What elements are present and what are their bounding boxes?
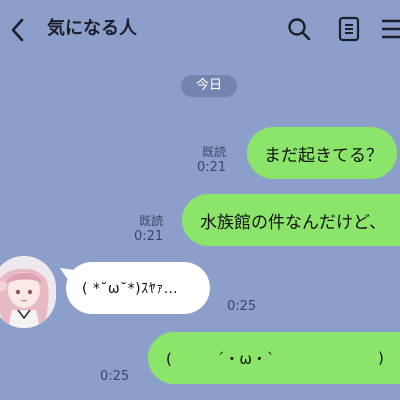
- message-text: ( *˘ω˘*)ｽﾔｧ…: [82, 281, 179, 297]
- chevron-left-icon: [11, 18, 24, 42]
- message-meta: 既読 0:21: [197, 145, 226, 175]
- back-button[interactable]: [6, 16, 30, 44]
- search-icon: [288, 18, 311, 41]
- received-message-bubble[interactable]: ( *˘ω˘*)ｽﾔｧ…: [66, 262, 210, 314]
- message-meta: 0:25: [227, 299, 256, 314]
- read-receipt: 既読: [202, 145, 227, 159]
- message-text: 水族館の件なんだけど、: [200, 212, 387, 233]
- message-time: 0:25: [227, 299, 257, 314]
- menu-button[interactable]: [381, 16, 400, 42]
- notes-button[interactable]: [336, 16, 362, 42]
- message-text-end: ): [378, 349, 384, 367]
- chat-title: 気になる人: [47, 18, 137, 39]
- sent-message-bubble[interactable]: ( ´・ω・` ): [148, 332, 400, 384]
- message-text: まだ起きてる？: [264, 145, 383, 166]
- search-button[interactable]: [286, 16, 312, 42]
- notes-icon: [338, 16, 360, 42]
- chat-screen: 気になる人 今日 既読 0:21 まだ起きてる？ 既読 0:21 水族館の件なん…: [0, 0, 400, 400]
- sent-message-bubble[interactable]: 水族館の件なんだけど、: [182, 194, 400, 246]
- avatar[interactable]: [0, 256, 56, 328]
- read-receipt: 既読: [139, 214, 164, 228]
- message-time: 0:25: [100, 369, 130, 384]
- avatar-image: [0, 256, 56, 328]
- message-meta: 既読 0:21: [134, 214, 163, 244]
- sent-message-bubble[interactable]: まだ起きてる？: [247, 127, 397, 179]
- message-time: 0:21: [197, 160, 227, 175]
- date-separator: 今日: [181, 75, 237, 97]
- message-meta: 0:25: [100, 369, 129, 384]
- message-time: 0:21: [134, 229, 164, 244]
- message-text: ( ´・ω・`: [166, 349, 275, 368]
- menu-icon: [382, 19, 400, 39]
- chat-header: 気になる人: [0, 0, 400, 58]
